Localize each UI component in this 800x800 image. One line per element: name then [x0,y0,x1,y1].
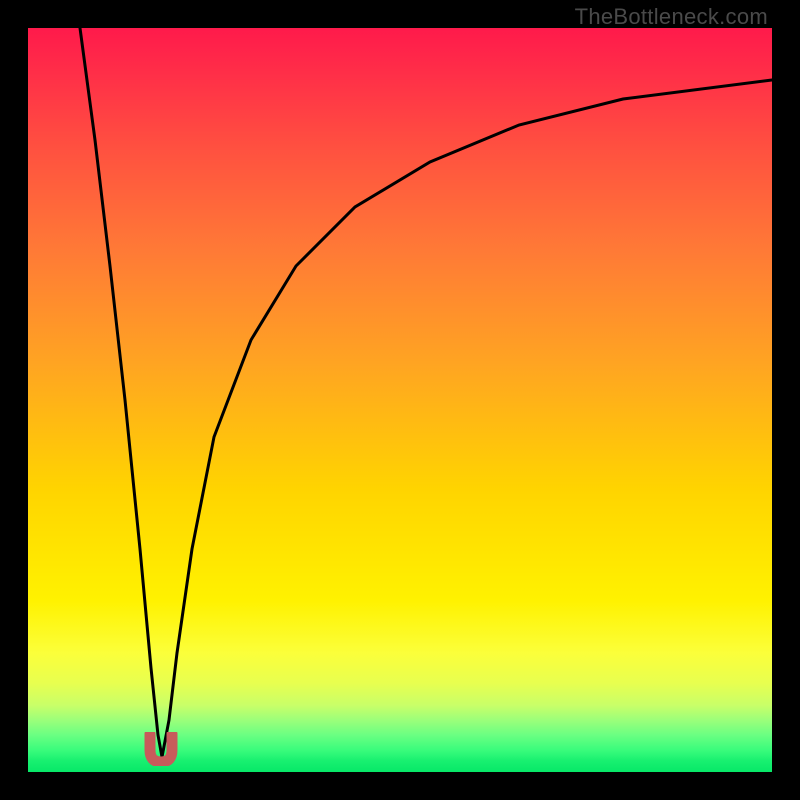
watermark-text: TheBottleneck.com [575,4,768,30]
chart-frame: TheBottleneck.com [0,0,800,800]
bottleneck-curve [28,28,772,772]
curve-right-branch [162,80,772,757]
plot-area [28,28,772,772]
curve-left-branch [80,28,162,757]
